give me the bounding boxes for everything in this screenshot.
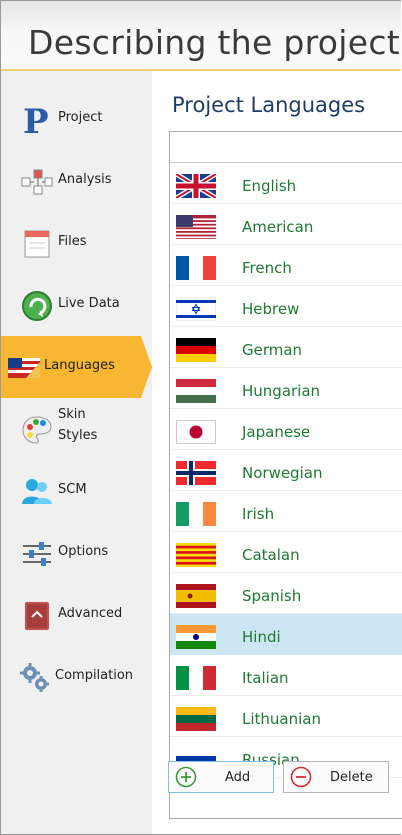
list-item-norwegian[interactable]: Norwegian (170, 450, 402, 491)
india-flag-icon (176, 625, 216, 649)
language-name: Japanese (242, 423, 311, 441)
delete-button-label: Delete (330, 770, 373, 785)
minus-circle-icon (290, 766, 312, 788)
page-title: Describing the project (28, 23, 401, 62)
language-name: Norwegian (242, 464, 323, 482)
italy-flag-icon (176, 666, 216, 690)
list-item-german[interactable]: German (170, 327, 402, 368)
sidebar-item-advanced[interactable]: Advanced (1, 584, 151, 646)
analysis-icon (21, 166, 53, 198)
svg-text:P: P (23, 104, 49, 136)
list-item-japanese[interactable]: Japanese (170, 409, 402, 450)
list-item-lithuanian[interactable]: Lithuanian (170, 696, 402, 737)
sidebar-item-project[interactable]: P Project (1, 88, 151, 150)
palette-icon (21, 414, 53, 446)
delete-button[interactable]: Delete (283, 761, 389, 793)
sidebar-item-label: Analysis (58, 172, 112, 187)
sidebar: P Project Analysis Files Live Data Langu… (1, 71, 152, 834)
sidebar-item-compilation[interactable]: Compilation (1, 646, 151, 708)
language-name: Hungarian (242, 382, 321, 400)
language-name: Hindi (242, 628, 281, 646)
sidebar-item-options[interactable]: Options (1, 522, 151, 584)
add-button[interactable]: Add (168, 761, 274, 793)
list-header (170, 132, 402, 163)
language-name: German (242, 341, 303, 359)
sidebar-item-label: Project (58, 110, 103, 125)
advanced-book-icon (21, 600, 53, 632)
language-name: Italian (242, 669, 289, 687)
language-name: Hebrew (242, 300, 300, 318)
sidebar-item-skin-styles[interactable]: Skin Styles (1, 398, 151, 460)
spain-flag-icon (176, 584, 216, 608)
options-sliders-icon (21, 538, 53, 570)
sidebar-item-label: Live Data (58, 296, 120, 311)
sidebar-item-label: Files (58, 234, 87, 249)
list-item-italian[interactable]: Italian (170, 655, 402, 696)
catalonia-flag-icon (176, 543, 216, 567)
list-item-catalan[interactable]: Catalan (170, 532, 402, 573)
list-item-hungarian[interactable]: Hungarian (170, 368, 402, 409)
ireland-flag-icon (176, 502, 216, 526)
list-item-american[interactable]: American (170, 204, 402, 245)
hungary-flag-icon (176, 379, 216, 403)
list-item-english[interactable]: English (170, 163, 402, 204)
language-name: Lithuanian (242, 710, 321, 728)
list-item-french[interactable]: French (170, 245, 402, 286)
israel-flag-icon (176, 297, 216, 321)
language-name: Spanish (242, 587, 302, 605)
japan-flag-icon (176, 420, 216, 444)
uk-flag-icon (176, 174, 216, 198)
language-name: American (242, 218, 314, 236)
app-window: Describing the project P Project Analysi… (0, 0, 402, 835)
language-name: Catalan (242, 546, 300, 564)
languages-flag-icon (6, 352, 42, 384)
norway-flag-icon (176, 461, 216, 485)
sidebar-item-label: SCM (58, 482, 87, 497)
sidebar-item-languages[interactable]: Languages (1, 336, 152, 398)
main-content: Project Languages English American Frenc… (152, 71, 402, 834)
language-name: Irish (242, 505, 275, 523)
page-header: Describing the project (1, 1, 401, 71)
list-item-hebrew[interactable]: Hebrew (170, 286, 402, 327)
scm-users-icon (21, 476, 53, 508)
language-name: French (242, 259, 292, 277)
sidebar-item-files[interactable]: Files (1, 212, 151, 274)
list-item-irish[interactable]: Irish (170, 491, 402, 532)
language-name: English (242, 177, 297, 195)
files-icon (21, 228, 53, 260)
project-p-icon: P (21, 102, 53, 142)
france-flag-icon (176, 256, 216, 280)
compilation-gears-icon (19, 662, 51, 694)
sidebar-item-label: Languages (44, 358, 115, 373)
language-list[interactable]: English American French Hebrew German Hu… (169, 131, 402, 819)
sidebar-item-label: Compilation (55, 668, 134, 683)
lithuania-flag-icon (176, 707, 216, 731)
germany-flag-icon (176, 338, 216, 362)
add-button-label: Add (225, 770, 251, 785)
sidebar-item-live-data[interactable]: Live Data (1, 274, 151, 336)
us-flag-icon (176, 215, 216, 239)
sidebar-item-label: Skin Styles (58, 407, 98, 443)
live-data-icon (21, 290, 53, 322)
section-title: Project Languages (172, 93, 366, 117)
list-item-spanish[interactable]: Spanish (170, 573, 402, 614)
sidebar-item-scm[interactable]: SCM (1, 460, 151, 522)
sidebar-item-label: Options (58, 544, 109, 559)
list-item-hindi[interactable]: Hindi (170, 614, 402, 655)
sidebar-item-label: Advanced (58, 606, 123, 621)
plus-circle-icon (175, 766, 197, 788)
sidebar-item-analysis[interactable]: Analysis (1, 150, 151, 212)
